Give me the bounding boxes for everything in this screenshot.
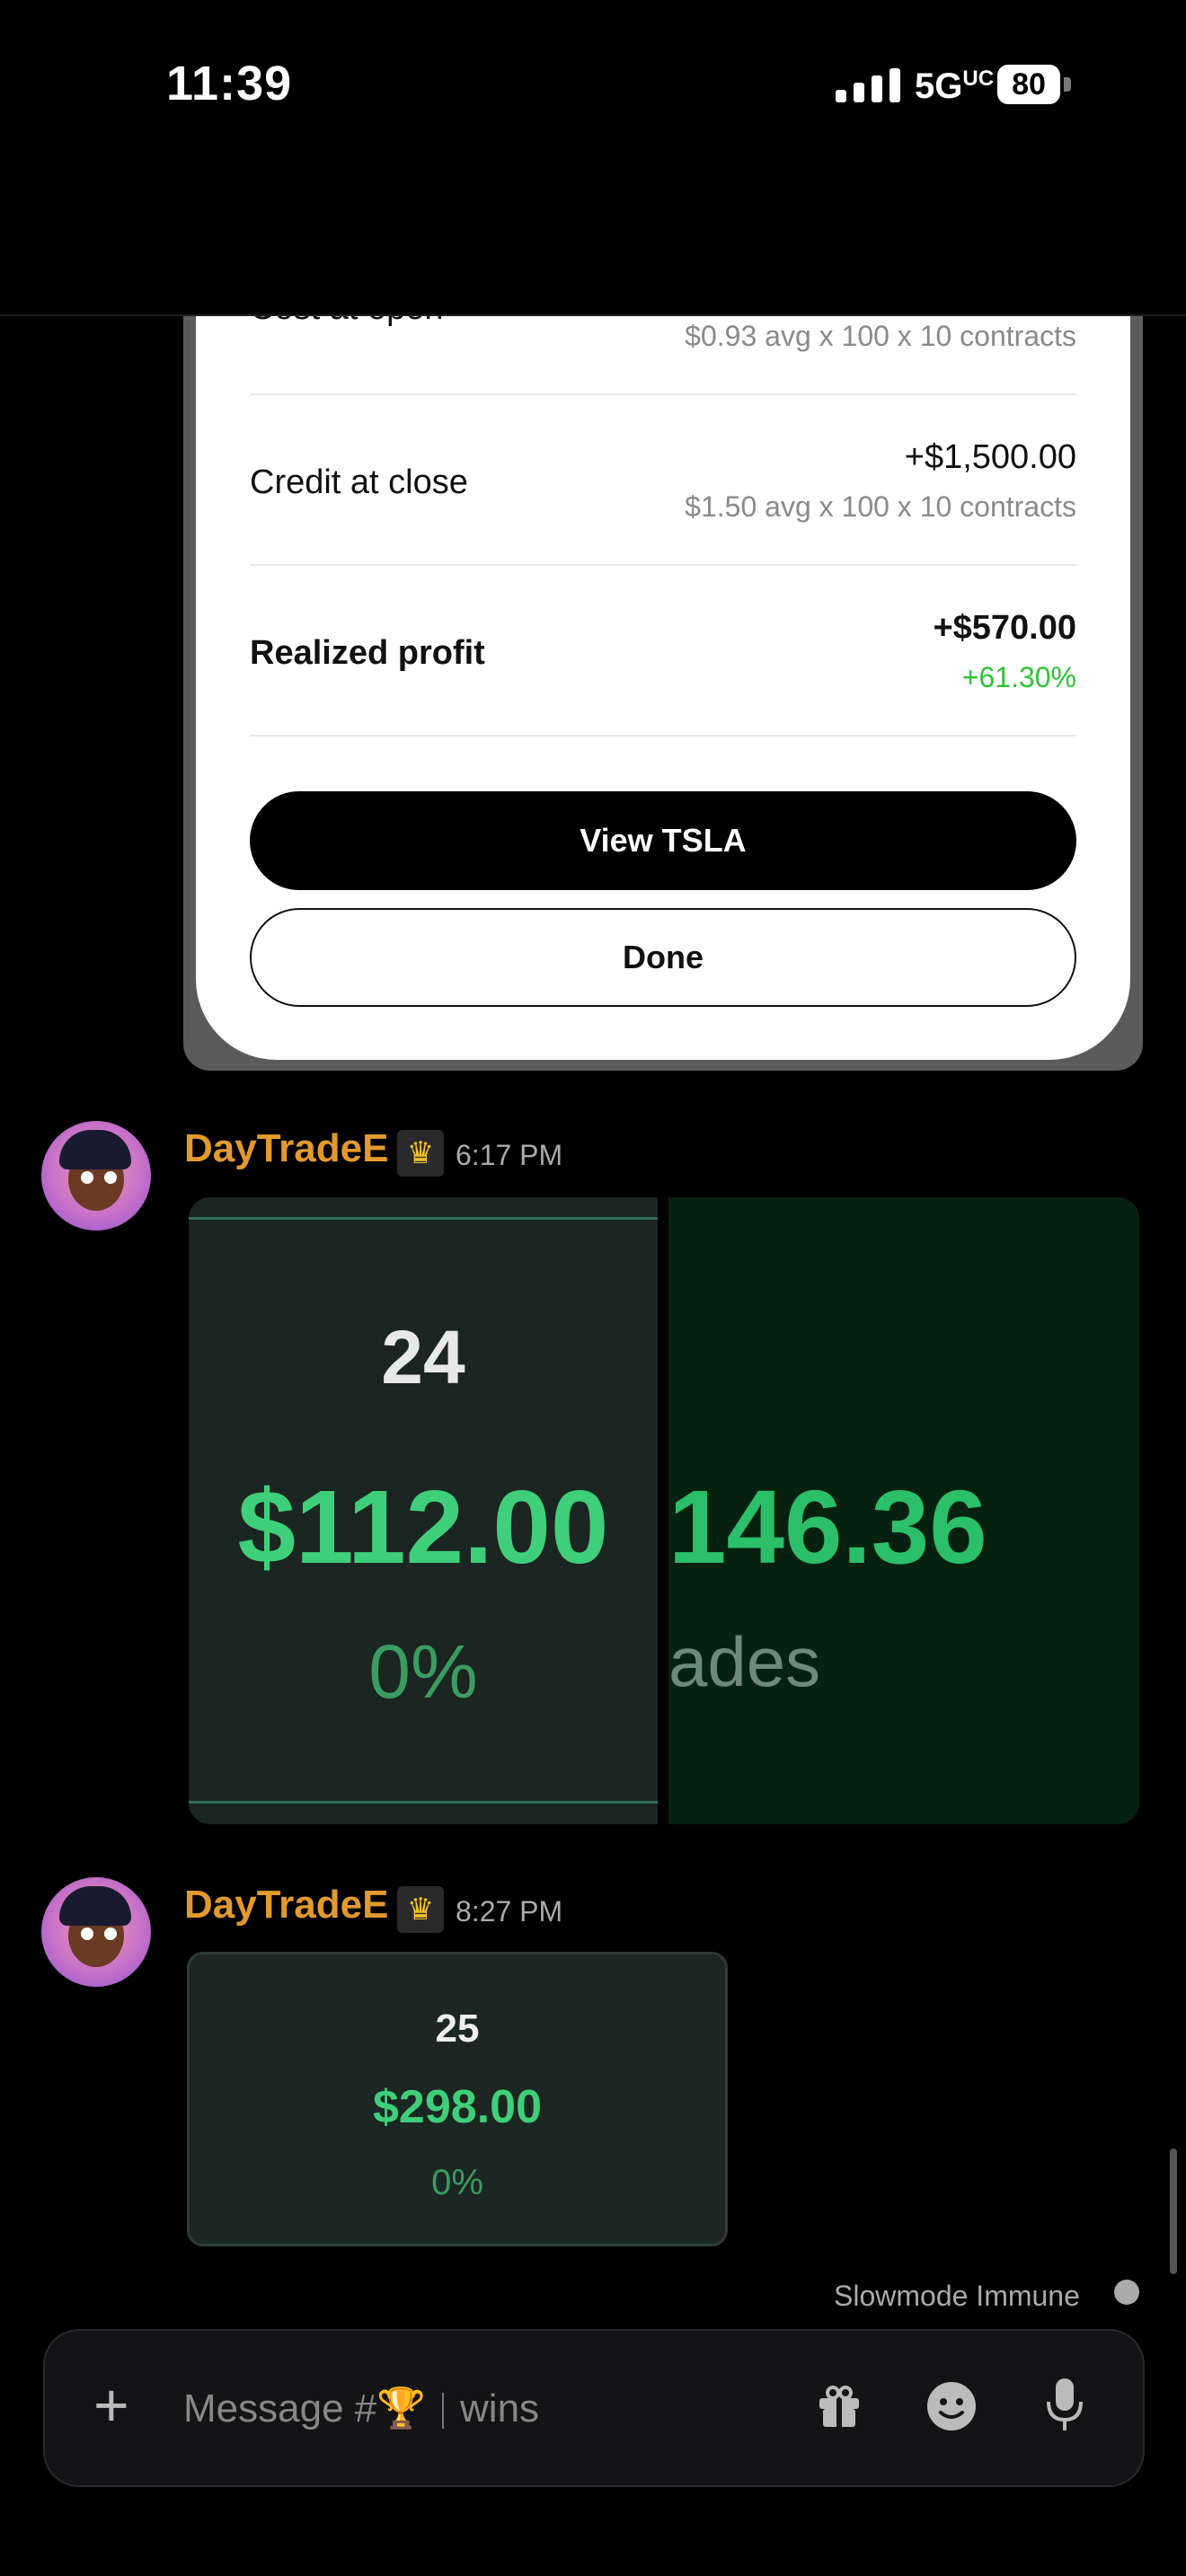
day-amount: $112.00 bbox=[237, 1469, 609, 1585]
username[interactable]: DayTradeE bbox=[184, 1126, 388, 1171]
battery-icon: 80 bbox=[997, 65, 1060, 104]
avatar[interactable] bbox=[41, 1877, 151, 1987]
day-percent: 0% bbox=[368, 1629, 478, 1714]
header-backdrop bbox=[0, 180, 1186, 316]
gift-icon[interactable] bbox=[814, 2380, 864, 2430]
done-button[interactable]: Done bbox=[250, 908, 1076, 1007]
network-suffix: UC bbox=[962, 66, 995, 91]
message-timestamp: 6:17 PM bbox=[456, 1139, 563, 1171]
microphone-icon[interactable] bbox=[1042, 2377, 1087, 2434]
trophy-icon: 🏆 bbox=[376, 2386, 427, 2430]
avatar[interactable] bbox=[41, 1121, 151, 1231]
crown-icon: ♛ bbox=[397, 1130, 444, 1177]
placeholder-channel: wins bbox=[460, 2386, 540, 2430]
day-percent: 0% bbox=[431, 2163, 483, 2202]
username[interactable]: DayTradeE bbox=[184, 1883, 388, 1928]
profit-percent: +61.30% bbox=[961, 661, 1076, 693]
slowmode-label: Slowmode Immune bbox=[834, 2280, 1080, 2312]
day-number: 25 bbox=[435, 2007, 480, 2051]
partial-text: ades bbox=[668, 1622, 821, 1701]
day-amount: $298.00 bbox=[373, 2081, 542, 2133]
view-tsla-button[interactable]: View TSLA bbox=[250, 791, 1076, 890]
stats-image[interactable]: 24 $112.00 0% 146.36 ades bbox=[189, 1197, 1139, 1824]
image-separator bbox=[658, 1197, 668, 1824]
row-divider bbox=[250, 735, 1076, 737]
credit-label: Credit at close bbox=[250, 463, 468, 501]
profit-label: Realized profit bbox=[250, 634, 485, 672]
row-divider bbox=[250, 564, 1076, 566]
cellular-signal-icon bbox=[836, 68, 900, 102]
profit-value: +$570.00 bbox=[933, 609, 1076, 647]
network-type: 5GUC bbox=[915, 66, 995, 106]
avatar-eye bbox=[81, 1928, 93, 1940]
placeholder-divider bbox=[442, 2393, 445, 2430]
stats-image-left: 24 $112.00 0% bbox=[189, 1197, 658, 1824]
avatar-eye bbox=[104, 1171, 117, 1184]
stats-image-right: 146.36 ades bbox=[668, 1197, 1139, 1824]
battery-tip bbox=[1064, 77, 1071, 92]
row-divider bbox=[250, 393, 1076, 395]
plus-icon[interactable]: + bbox=[93, 2375, 129, 2436]
credit-sub: $1.50 avg x 100 x 10 contracts bbox=[685, 490, 1076, 523]
avatar-hair bbox=[59, 1130, 131, 1169]
placeholder-prefix: Message # bbox=[183, 2386, 377, 2430]
timer-icon bbox=[1114, 2280, 1139, 2305]
credit-value: +$1,500.00 bbox=[904, 438, 1076, 476]
emoji-icon[interactable] bbox=[925, 2380, 978, 2432]
image-border-line bbox=[189, 1217, 658, 1220]
stats-image[interactable]: 25 $298.00 0% bbox=[187, 1952, 728, 2246]
message-timestamp: 8:27 PM bbox=[456, 1895, 563, 1928]
avatar-eye bbox=[104, 1928, 117, 1940]
image-border-line bbox=[189, 1801, 658, 1804]
day-number: 24 bbox=[381, 1315, 465, 1399]
status-time: 11:39 bbox=[166, 57, 293, 110]
crown-icon: ♛ bbox=[397, 1886, 444, 1933]
message-input[interactable]: Message #🏆 wins bbox=[183, 2385, 539, 2431]
partial-amount: 146.36 bbox=[668, 1469, 987, 1585]
avatar-eye bbox=[81, 1171, 93, 1184]
avatar-hair bbox=[59, 1886, 131, 1926]
header-border bbox=[0, 314, 1186, 316]
cost-sub: $0.93 avg x 100 x 10 contracts bbox=[685, 320, 1076, 352]
scrollbar[interactable] bbox=[1170, 2148, 1177, 2274]
